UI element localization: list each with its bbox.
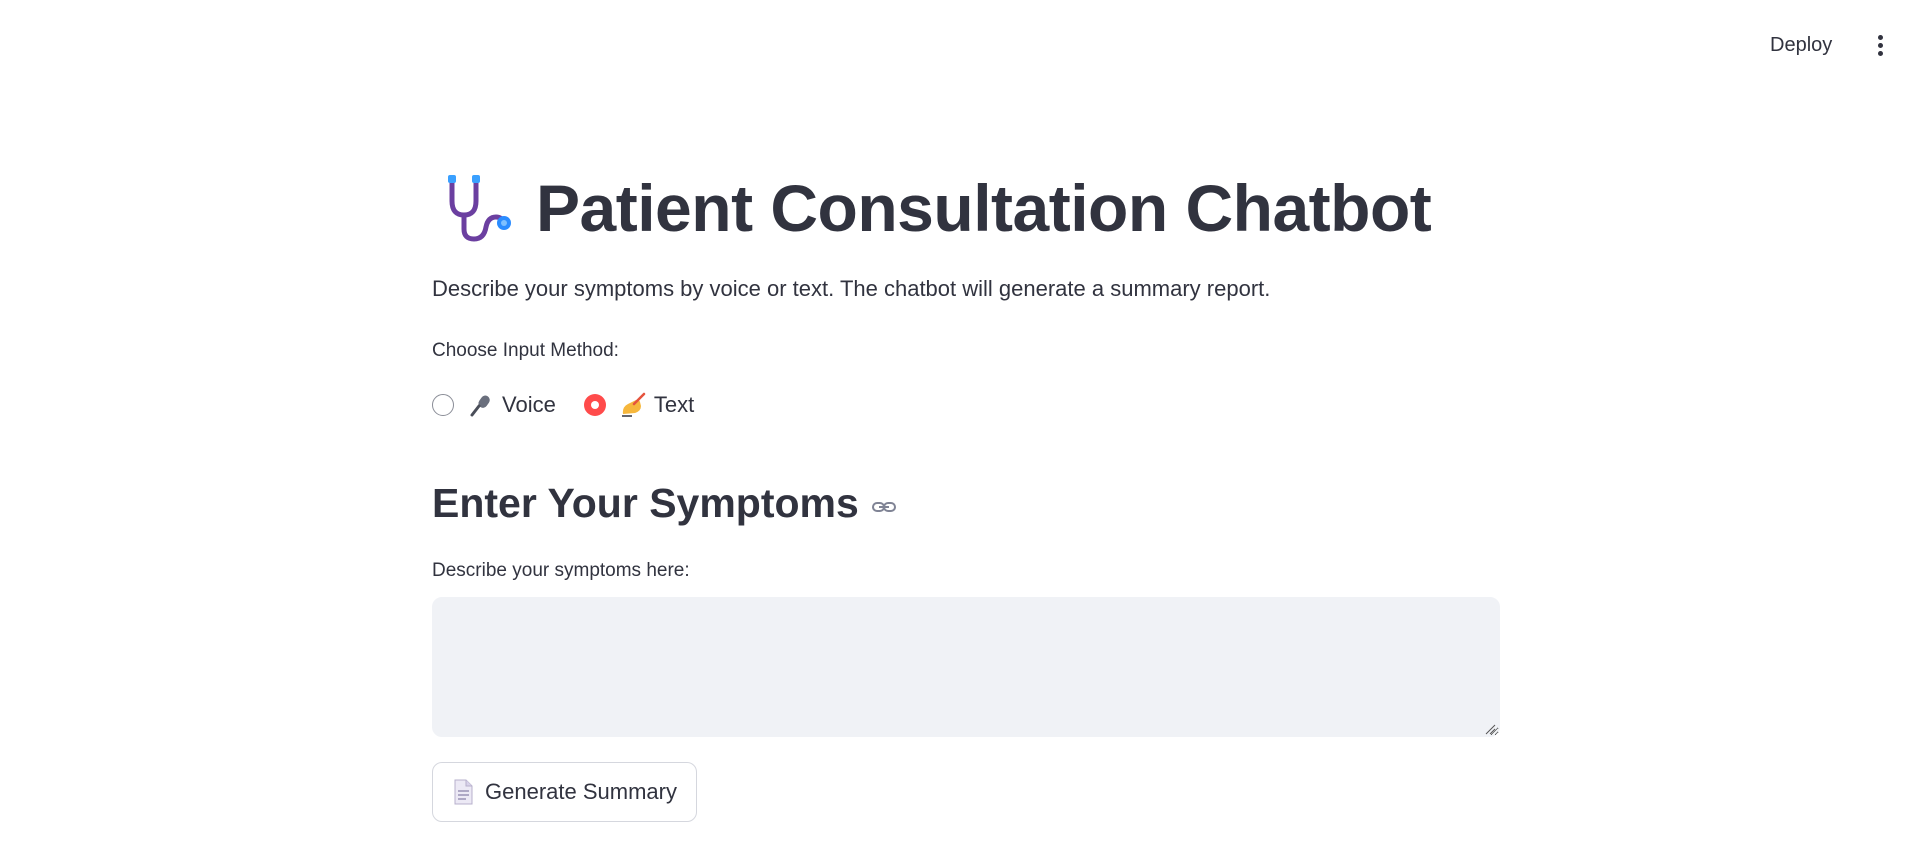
stethoscope-icon — [448, 175, 511, 242]
input-method-label: Choose Input Method: — [432, 340, 619, 361]
radio-option-text[interactable]: Text — [583, 392, 695, 418]
resize-handle-icon[interactable] — [1484, 723, 1496, 735]
radio-label-text: Text — [653, 392, 695, 417]
vertical-ellipsis-icon — [1878, 35, 1883, 40]
title-row: Patient Consultation Chatbot — [442, 168, 1432, 248]
radio-option-voice[interactable]: Voice — [432, 392, 556, 418]
symptoms-textarea[interactable] — [432, 597, 1500, 737]
radio-button-voice[interactable] — [432, 394, 454, 416]
page-title: Patient Consultation Chatbot — [536, 171, 1432, 245]
deploy-button[interactable]: Deploy — [1760, 30, 1842, 60]
symptoms-textarea-label: Describe your symptoms here: — [432, 560, 690, 581]
document-icon — [454, 779, 473, 805]
radio-button-text[interactable] — [583, 394, 606, 416]
writing-hand-icon — [621, 392, 646, 417]
input-method-radio-group: Voice Text — [432, 392, 722, 418]
generate-summary-label: Generate Summary — [485, 779, 677, 804]
page-subtitle: Describe your symptoms by voice or text.… — [432, 276, 1271, 301]
main-menu-button[interactable] — [1868, 30, 1892, 60]
top-toolbar: Deploy — [0, 0, 1911, 90]
generate-summary-button[interactable]: Generate Summary — [432, 762, 697, 822]
microphone-icon — [470, 395, 490, 417]
symptoms-heading-row: Enter Your Symptoms — [432, 480, 897, 527]
symptoms-heading: Enter Your Symptoms — [432, 480, 859, 526]
link-icon[interactable] — [871, 494, 897, 520]
radio-label-voice: Voice — [502, 392, 556, 417]
